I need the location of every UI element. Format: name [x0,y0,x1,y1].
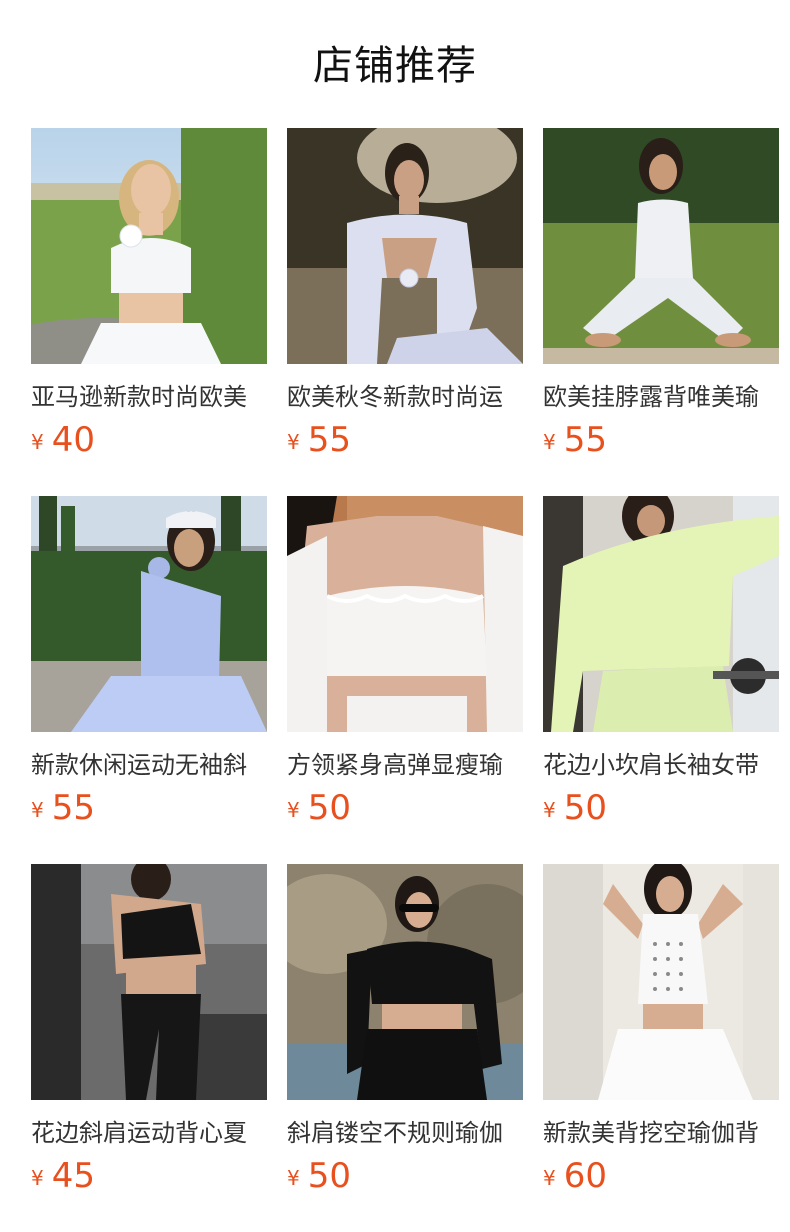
product-name[interactable]: 欧美秋冬新款时尚运 [287,382,523,412]
product-photo-rocks-black-set [287,864,523,1100]
product-name[interactable]: 斜肩镂空不规则瑜伽 [287,1118,523,1148]
currency-symbol: ¥ [543,798,556,822]
currency-symbol: ¥ [287,1166,300,1190]
product-image[interactable] [287,864,523,1100]
currency-symbol: ¥ [287,430,300,454]
product-card[interactable]: 欧美秋冬新款时尚运 ¥55 [287,128,523,496]
price-value: 40 [51,420,95,460]
product-name[interactable]: 欧美挂脖露背唯美瑜 [543,382,779,412]
product-photo-gym-mint-top [543,496,779,732]
product-name[interactable]: 方领紧身高弹显瘦瑜 [287,750,523,780]
recommend-page: 店铺推荐 亚马逊新款时尚欧美 ¥ 40 欧美秋冬新款时尚运 ¥ 55 欧美挂脖露… [0,0,790,1232]
price-value: 50 [307,1156,351,1196]
product-card[interactable]: 新款休闲运动无袖斜 ¥55 [31,496,267,864]
product-card[interactable]: 欧美挂脖露背唯美瑜 ¥55 [543,128,779,496]
currency-symbol: ¥ [31,1166,44,1190]
product-image[interactable] [543,128,779,364]
currency-symbol: ¥ [543,430,556,454]
price-value: 60 [563,1156,607,1196]
product-image[interactable] [543,864,779,1100]
product-card[interactable]: 斜肩镂空不规则瑜伽 ¥50 [287,864,523,1232]
product-card[interactable]: 花边斜肩运动背心夏 ¥45 [31,864,267,1232]
product-card[interactable]: 方领紧身高弹显瘦瑜 ¥50 [287,496,523,864]
product-price: ¥55 [31,788,267,834]
product-name[interactable]: 亚马逊新款时尚欧美 [31,382,267,412]
price-value: 55 [307,420,351,460]
product-price: ¥55 [287,420,523,466]
price-value: 45 [51,1156,95,1196]
price-value: 50 [307,788,351,828]
product-image[interactable] [543,496,779,732]
product-card[interactable]: 花边小坎肩长袖女带 ¥50 [543,496,779,864]
product-price: ¥50 [287,788,523,834]
currency-symbol: ¥ [31,798,44,822]
product-price: ¥50 [287,1156,523,1202]
product-name[interactable]: 花边小坎肩长袖女带 [543,750,779,780]
product-image[interactable] [287,496,523,732]
product-price: ¥55 [543,420,779,466]
product-image[interactable] [31,496,267,732]
product-card[interactable]: 亚马逊新款时尚欧美 ¥40 [31,128,267,496]
product-price: ¥45 [31,1156,267,1202]
price-value: 55 [51,788,95,828]
currency-symbol: ¥ [543,1166,556,1190]
product-name[interactable]: 新款休闲运动无袖斜 [31,750,267,780]
product-grid: 亚马逊新款时尚欧美 ¥40 欧美秋冬新款时尚运 ¥ 55 欧美挂脖露背唯美瑜 ¥… [31,128,779,1232]
product-photo-gym-black-set [31,864,267,1100]
product-name[interactable]: 花边斜肩运动背心夏 [31,1118,267,1148]
currency-symbol: ¥ [31,430,44,454]
product-image[interactable] [31,128,267,364]
product-image[interactable] [287,128,523,364]
product-photo-outdoor-white-top [31,128,267,364]
price-value: 50 [563,788,607,828]
product-photo-fountain-lavender-top [287,128,523,364]
currency-symbol: ¥ [287,798,300,822]
product-price: ¥60 [543,1156,779,1202]
product-photo-white-studded-tank [543,864,779,1100]
product-photo-lawn-white-halter-set [543,128,779,364]
product-image[interactable] [31,864,267,1100]
section-title: 店铺推荐 [313,43,477,89]
product-price: ¥40 [31,420,267,466]
product-price: ¥50 [543,788,779,834]
product-name[interactable]: 新款美背挖空瑜伽背 [543,1118,779,1148]
product-photo-white-scalloped-top [287,496,523,732]
product-card[interactable]: 新款美背挖空瑜伽背 ¥60 [543,864,779,1232]
product-photo-cypress-blue-dress [31,496,267,732]
price-value: 55 [563,420,607,460]
